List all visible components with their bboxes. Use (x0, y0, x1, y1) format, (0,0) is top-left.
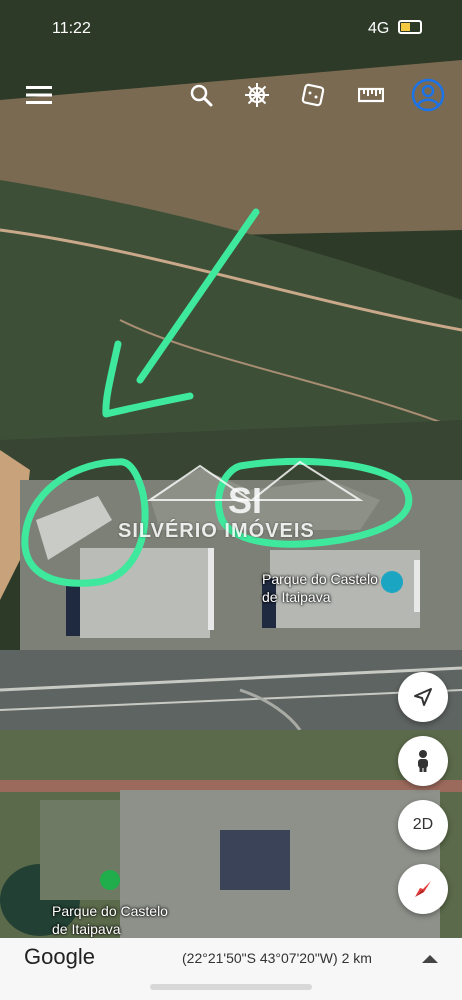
place-label-main-line2: de Itaipava (262, 589, 331, 605)
place-label-main-line1: Parque do Castelo (262, 571, 378, 587)
ships-wheel-icon[interactable] (240, 78, 274, 112)
battery-level (401, 23, 410, 31)
caret-up-icon (422, 955, 438, 963)
satellite-map[interactable]: Parque do Castelo de Itaipava Parque do … (0, 0, 462, 940)
view-mode-2d-button[interactable]: 2D (398, 800, 448, 850)
watermark-logo-letters: SI (228, 480, 263, 521)
dice-icon[interactable] (296, 78, 330, 112)
battery-icon (398, 20, 422, 34)
search-icon[interactable] (184, 78, 218, 112)
google-logo: Google (24, 944, 95, 969)
view-mode-label: 2D (412, 816, 434, 833)
expand-caret-button[interactable] (420, 952, 440, 966)
top-toolbar (0, 70, 462, 120)
place-label-secondary-line2: de Itaipava (52, 921, 121, 937)
ruler-icon[interactable] (354, 78, 388, 112)
pegman-icon (418, 750, 428, 772)
account-icon[interactable] (411, 78, 445, 112)
status-bar: 11:22 4G (0, 0, 462, 40)
status-network: 4G (368, 20, 390, 37)
map-imagery (0, 0, 462, 940)
status-time: 11:22 (52, 20, 91, 37)
navigation-arrow-icon (414, 688, 432, 706)
place-label-secondary-line1: Parque do Castelo (52, 903, 168, 919)
bottom-bar: Google (22°21'50"S 43°07'20"W) 2 km (0, 938, 462, 1000)
compass-icon (415, 881, 431, 897)
watermark-text: SILVÉRIO IMÓVEIS (118, 520, 315, 542)
location-arrow-button[interactable] (398, 672, 448, 722)
compass-button[interactable] (398, 864, 448, 914)
coordinates-scale-readout: (22°21'50"S 43°07'20"W) 2 km (182, 950, 372, 966)
place-label-main[interactable]: Parque do Castelo de Itaipava (262, 570, 378, 606)
hamburger-menu-icon[interactable] (22, 78, 56, 112)
place-label-secondary[interactable]: Parque do Castelo de Itaipava (52, 902, 168, 938)
gesture-handle (150, 984, 312, 990)
street-view-button[interactable] (398, 736, 448, 786)
